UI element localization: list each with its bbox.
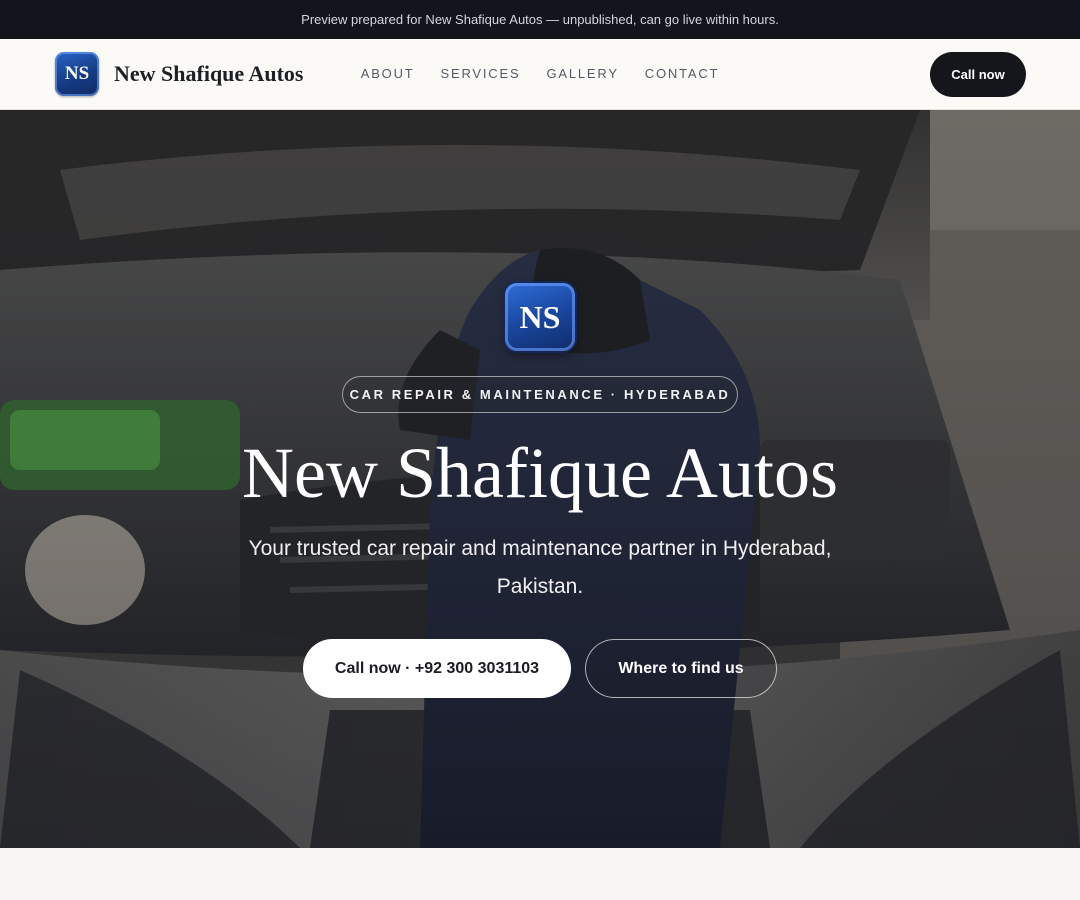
main-nav: ABOUT SERVICES GALLERY CONTACT: [0, 66, 1080, 81]
call-now-button[interactable]: Call now: [930, 52, 1026, 97]
hero-subtitle: Your trusted car repair and maintenance …: [248, 537, 832, 598]
announcement-bar: Preview prepared for New Shafique Autos …: [0, 0, 1080, 39]
nav-link-services[interactable]: SERVICES: [441, 66, 521, 81]
hero-section: NS CAR REPAIR & MAINTENANCE · HYDERABAD …: [0, 110, 1080, 848]
site-header: NS New Shafique Autos ABOUT SERVICES GAL…: [0, 39, 1080, 110]
hero-tagline-badge: CAR REPAIR & MAINTENANCE · HYDERABAD: [342, 376, 738, 413]
announcement-text: Preview prepared for New Shafique Autos …: [301, 12, 779, 27]
nav-link-contact[interactable]: CONTACT: [645, 66, 719, 81]
hero-title: New Shafique Autos: [242, 433, 838, 513]
nav-link-gallery[interactable]: GALLERY: [546, 66, 618, 81]
nav-link-about[interactable]: ABOUT: [361, 66, 415, 81]
hero-logo-icon: NS: [505, 283, 575, 351]
find-us-button[interactable]: Where to find us: [585, 639, 777, 698]
call-phone-button[interactable]: Call now · +92 300 3031103: [303, 639, 571, 698]
